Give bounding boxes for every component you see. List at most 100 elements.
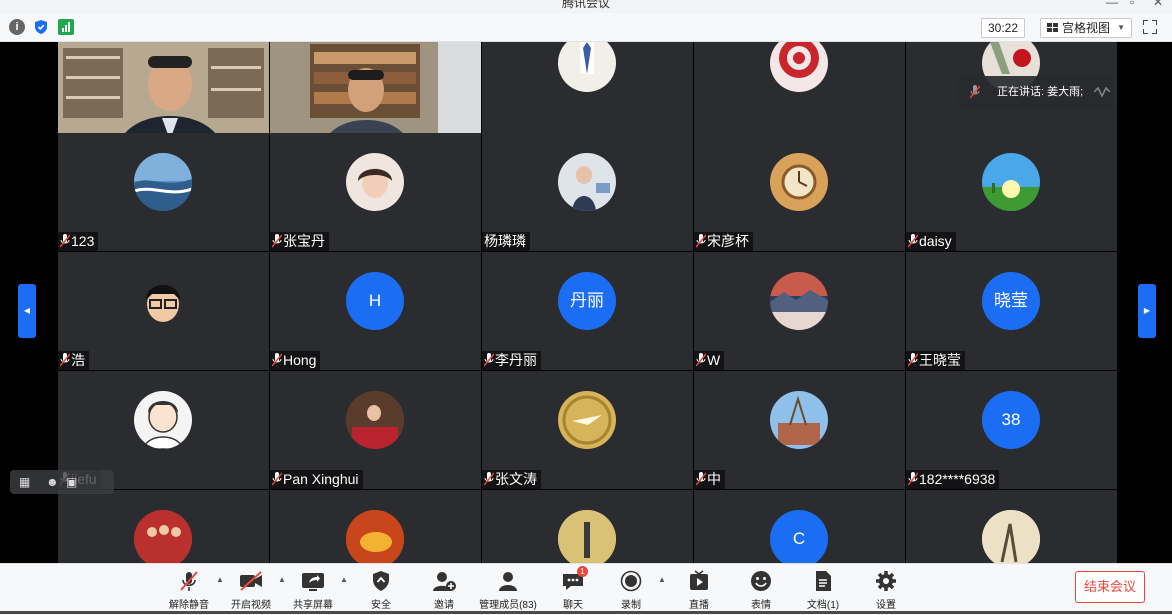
participant-tile[interactable]: 38 182****6938 [906,371,1117,489]
participant-name-text: 宋彦杯 [707,233,749,249]
participant-name: 中 [694,470,725,489]
muted-mic-icon [272,353,282,367]
live-stream-button[interactable]: 直播 [669,568,729,612]
participant-name-text: 王晓莹 [919,352,961,368]
previous-page-button[interactable]: ◀ [18,284,36,338]
view-mode-dropdown[interactable]: 宫格视图 ▼ [1040,18,1132,38]
participant-name-text: 李丹丽 [495,352,537,368]
participant-tile[interactable]: 丹丽 李丹丽 [482,252,693,370]
participant-name: 123 [58,232,99,251]
participant-name: 182****6938 [906,470,1000,489]
floating-tools[interactable]: ▦ ☻ ▣ [10,470,114,494]
fullscreen-icon[interactable] [1143,20,1157,34]
participant-name-text: W [707,352,721,368]
participant-name: W [694,351,725,370]
participant-tile[interactable]: 浩 [58,252,269,370]
participant-tile[interactable] [482,490,693,563]
record-icon [620,570,642,592]
documents-button[interactable]: 文档(1) [793,568,853,612]
participant-tile[interactable]: daisy [906,133,1117,251]
chevron-up-icon[interactable]: ▲ [340,575,348,584]
participant-name: 宋彦杯 [694,232,753,251]
participant-initials-avatar: H [346,272,404,330]
participant-tile[interactable] [58,490,269,563]
participant-tile[interactable] [270,490,481,563]
muted-mic-icon [180,571,198,591]
participant-name-text: 中 [707,471,721,487]
participant-avatar [770,272,828,330]
participant-name: daisy [906,232,956,251]
participant-name-text: 浩 [71,352,85,368]
participant-tile[interactable]: 123 [58,133,269,251]
participant-tile[interactable]: H Hong [270,252,481,370]
participant-avatar [770,391,828,449]
participant-tile[interactable]: 晓莹 王晓莹 [906,252,1117,370]
participant-avatar [346,153,404,211]
chat-icon[interactable]: ▣ [66,470,77,494]
document-icon [816,571,831,591]
participant-avatar [982,510,1040,563]
view-mode-label: 宫格视图 [1062,21,1111,35]
participant-name-text: daisy [919,233,952,249]
muted-mic-icon [696,472,706,486]
participant-name-text: 182****6938 [919,471,996,487]
record-button[interactable]: 录制 [601,568,661,612]
speaking-indicator: 正在讲话: 姜大雨; [958,76,1114,108]
meeting-timer: 30:22 [981,18,1025,38]
emoji-icon[interactable]: ☻ [46,470,59,494]
participant-name-text: 张宝丹 [283,233,325,249]
participant-tile[interactable]: 张文涛 [482,371,693,489]
participant-avatar [134,272,192,330]
participant-name: 张文涛 [482,470,541,489]
participant-tile[interactable]: W [694,252,905,370]
muted-mic-icon [60,234,70,248]
participant-name-text: Pan Xinghui [283,471,359,487]
participant-tile[interactable]: Pan Xinghui [270,371,481,489]
muted-mic-icon [908,353,918,367]
participant-avatar [558,510,616,563]
participant-tile[interactable]: 张宝丹 [270,133,481,251]
participant-avatar [558,391,616,449]
reactions-button[interactable]: 表情 [731,568,791,612]
signal-icon[interactable] [58,19,74,35]
next-page-button[interactable]: ▶ [1138,284,1156,338]
share-screen-button[interactable]: 共享屏幕 [283,568,343,612]
participant-avatar [770,153,828,211]
participant-avatar [558,153,616,211]
participant-avatar [134,153,192,211]
close-icon[interactable]: ✕ [1153,0,1163,9]
participant-name-text: 张文涛 [495,471,537,487]
invite-button[interactable]: 邀请 [414,568,474,612]
manage-members-button[interactable]: 管理成员(83) [478,568,538,612]
chevron-up-icon[interactable]: ▲ [658,575,666,584]
layout-icon[interactable]: ▦ [19,470,30,494]
participant-tile[interactable]: C [694,490,905,563]
muted-mic-icon [908,234,918,248]
info-icon[interactable]: i [9,19,25,35]
participant-tile[interactable]: 中 [694,371,905,489]
muted-mic-icon [272,234,282,248]
minimize-icon[interactable]: — [1106,0,1118,9]
muted-mic-icon [484,353,494,367]
participant-name: 王晓莹 [906,351,965,370]
restore-icon[interactable]: ▫ [1130,0,1134,9]
participant-tile[interactable]: 宋彦杯 [694,133,905,251]
settings-button[interactable]: 设置 [856,568,916,612]
unmute-button[interactable]: 解除静音 [159,568,219,612]
end-meeting-button[interactable]: 结束会议 [1075,571,1145,603]
participant-name: 张宝丹 [270,232,329,251]
add-user-icon [433,572,456,591]
start-video-button[interactable]: 开启视频 [221,568,281,612]
audio-wave-icon [1094,86,1110,98]
participant-tile[interactable] [906,490,1117,563]
participant-initials-avatar: C [770,510,828,563]
window-title: 腾讯会议 [561,0,610,10]
participant-initials-avatar: 晓莹 [982,272,1040,330]
participant-name-text: Hong [283,352,317,368]
participant-initials-avatar: 丹丽 [558,272,616,330]
participant-tile[interactable]: 杨璘璘 [482,133,693,251]
shield-icon[interactable] [33,19,49,35]
muted-mic-icon [272,472,282,486]
participant-name: 浩 [58,351,89,370]
security-button[interactable]: 安全 [351,568,411,612]
